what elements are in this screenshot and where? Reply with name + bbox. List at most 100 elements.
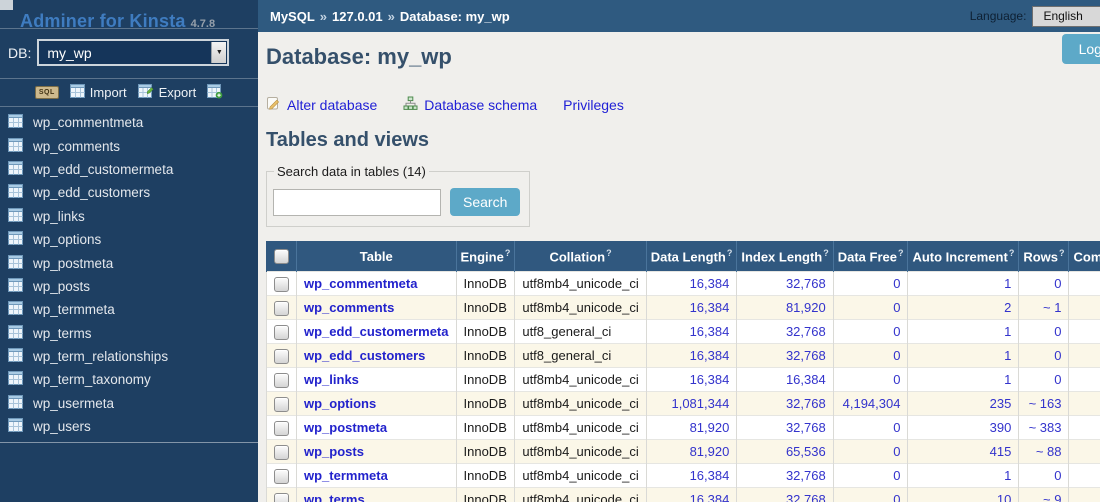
engine-cell: InnoDB <box>456 464 515 488</box>
row-checkbox[interactable] <box>274 421 289 436</box>
sidebar-table-item[interactable]: wp_term_relationships <box>0 345 258 368</box>
help-link[interactable]: ? <box>1059 248 1065 258</box>
auto-increment-cell: 2 <box>908 296 1019 320</box>
column-header-label: Data Free <box>838 249 897 264</box>
auto-increment-cell: 415 <box>908 440 1019 464</box>
sidebar-table-name: wp_posts <box>33 279 90 294</box>
row-checkbox[interactable] <box>274 349 289 364</box>
table-name-link[interactable]: wp_comments <box>304 300 394 315</box>
tables-and-views-table: TableEngine?Collation?Data Length?Index … <box>266 241 1100 502</box>
sidebar-table-item[interactable]: wp_termmeta <box>0 298 258 321</box>
help-link[interactable]: ? <box>727 248 733 258</box>
data-length-cell: 16,384 <box>646 488 737 502</box>
collation-cell: utf8mb4_unicode_ci <box>515 272 646 296</box>
index-length-cell: 32,768 <box>737 488 833 502</box>
column-header-label: Comment <box>1073 249 1100 264</box>
table-name-link[interactable]: wp_commentmeta <box>304 276 417 291</box>
table-name-link[interactable]: wp_termmeta <box>304 468 388 483</box>
row-checkbox[interactable] <box>274 301 289 316</box>
db-select-value: my_wp <box>47 45 91 61</box>
alter-database-link[interactable]: Alter database <box>266 96 377 114</box>
sidebar-table-item[interactable]: wp_edd_customers <box>0 181 258 204</box>
sidebar-table-item[interactable]: wp_options <box>0 228 258 251</box>
create-table-button[interactable] <box>207 84 223 102</box>
database-schema-link[interactable]: Database schema <box>403 96 537 114</box>
data-free-cell: 0 <box>833 344 908 368</box>
language-select-value: English <box>1043 9 1082 23</box>
index-length-cell: 32,768 <box>737 344 833 368</box>
data-length-cell: 16,384 <box>646 320 737 344</box>
row-checkbox[interactable] <box>274 325 289 340</box>
sidebar-table-item[interactable]: wp_links <box>0 205 258 228</box>
corner-decoration <box>0 0 13 10</box>
sidebar-table-item[interactable]: wp_usermeta <box>0 392 258 415</box>
help-link[interactable]: ? <box>823 248 829 258</box>
logout-button[interactable]: Logout <box>1062 34 1100 64</box>
db-select[interactable]: my_wp ▼ <box>37 39 229 66</box>
sidebar-table-item[interactable]: wp_users <box>0 415 258 438</box>
comment-cell <box>1069 440 1100 464</box>
help-link[interactable]: ? <box>1009 248 1015 258</box>
table-name-cell: wp_termmeta <box>297 464 457 488</box>
table-name-link[interactable]: wp_terms <box>304 492 365 502</box>
engine-cell: InnoDB <box>456 272 515 296</box>
table-row: wp_edd_customermetaInnoDButf8_general_ci… <box>267 320 1100 344</box>
index-length-cell: 32,768 <box>737 416 833 440</box>
row-checkbox[interactable] <box>274 469 289 484</box>
export-button[interactable]: Export <box>138 84 197 101</box>
row-checkbox[interactable] <box>274 373 289 388</box>
row-checkbox-cell <box>267 296 297 320</box>
row-checkbox[interactable] <box>274 493 289 502</box>
table-name-link[interactable]: wp_options <box>304 396 376 411</box>
sidebar-table-name: wp_term_relationships <box>33 349 168 364</box>
sidebar-table-name: wp_usermeta <box>33 396 114 411</box>
sidebar-table-item[interactable]: wp_comments <box>0 134 258 157</box>
help-link[interactable]: ? <box>606 248 612 258</box>
breadcrumb-app-link[interactable]: MySQL <box>270 9 315 24</box>
data-free-cell: 4,194,304 <box>833 392 908 416</box>
rows-cell: ~ 9 <box>1019 488 1069 502</box>
breadcrumb-server-link[interactable]: 127.0.01 <box>332 9 383 24</box>
table-name-cell: wp_terms <box>297 488 457 502</box>
search-button[interactable]: Search <box>450 188 520 216</box>
sidebar-table-item[interactable]: wp_terms <box>0 322 258 345</box>
language-select[interactable]: English ▼ <box>1032 6 1100 27</box>
table-name-link[interactable]: wp_posts <box>304 444 364 459</box>
data-free-cell: 0 <box>833 416 908 440</box>
column-header-label: Auto Increment <box>912 249 1007 264</box>
row-checkbox-cell <box>267 344 297 368</box>
language-label: Language: <box>970 9 1027 23</box>
auto-increment-cell: 235 <box>908 392 1019 416</box>
search-input[interactable] <box>273 189 441 216</box>
table-name-link[interactable]: wp_edd_customermeta <box>304 324 449 339</box>
select-all-checkbox[interactable] <box>274 249 289 264</box>
sidebar-table-name: wp_postmeta <box>33 256 113 271</box>
import-button[interactable]: Import <box>70 84 127 101</box>
table-icon <box>8 301 23 318</box>
row-checkbox[interactable] <box>274 397 289 412</box>
comment-cell <box>1069 488 1100 502</box>
sidebar-table-item[interactable]: wp_posts <box>0 275 258 298</box>
sidebar-table-item[interactable]: wp_postmeta <box>0 251 258 274</box>
sidebar-table-name: wp_edd_customermeta <box>33 162 173 177</box>
auto-increment-cell: 1 <box>908 464 1019 488</box>
help-link[interactable]: ? <box>505 248 511 258</box>
sidebar-table-item[interactable]: wp_term_taxonomy <box>0 368 258 391</box>
column-header: Engine? <box>456 241 515 272</box>
comment-cell <box>1069 464 1100 488</box>
table-row: wp_commentmetaInnoDButf8mb4_unicode_ci16… <box>267 272 1100 296</box>
adminer-logo-link[interactable]: Adminer for Kinsta <box>20 11 186 31</box>
row-checkbox[interactable] <box>274 277 289 292</box>
table-name-link[interactable]: wp_postmeta <box>304 420 387 435</box>
table-name-link[interactable]: wp_edd_customers <box>304 348 425 363</box>
data-free-cell: 0 <box>833 296 908 320</box>
sql-command-button[interactable]: SQL <box>35 86 59 99</box>
collation-cell: utf8mb4_unicode_ci <box>515 392 646 416</box>
row-checkbox-cell <box>267 368 297 392</box>
sidebar-table-item[interactable]: wp_edd_customermeta <box>0 158 258 181</box>
help-link[interactable]: ? <box>898 248 904 258</box>
privileges-link[interactable]: Privileges <box>563 97 624 113</box>
sidebar-table-item[interactable]: wp_commentmeta <box>0 111 258 134</box>
row-checkbox[interactable] <box>274 445 289 460</box>
table-name-link[interactable]: wp_links <box>304 372 359 387</box>
